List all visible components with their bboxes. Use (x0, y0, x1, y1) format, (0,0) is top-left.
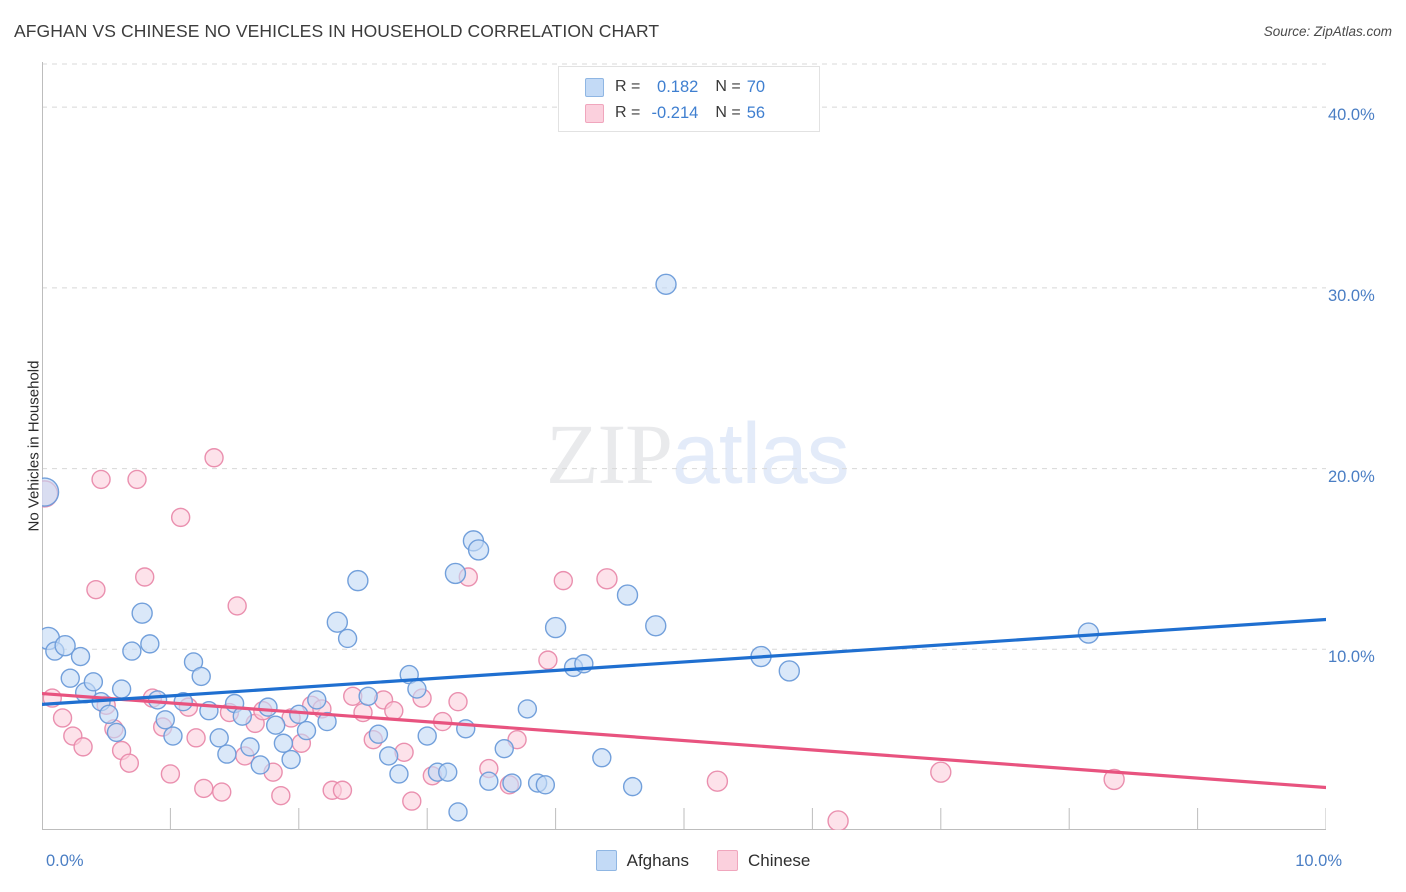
legend-swatch-chinese-icon (717, 850, 738, 871)
gridlines (42, 63, 1326, 650)
stats-r-label-afghans: R = (615, 78, 641, 95)
stats-n-label-chinese: N = (715, 104, 741, 121)
source-attribution: Source: ZipAtlas.com (1263, 24, 1392, 39)
legend-label-afghans: Afghans (626, 850, 689, 870)
legend-label-chinese: Chinese (748, 850, 811, 870)
plot-area: No Vehicles in Household (26, 62, 1326, 830)
page-title: AFGHAN VS CHINESE NO VEHICLES IN HOUSEHO… (14, 21, 660, 41)
trendline-chinese (42, 691, 1326, 790)
swatch-afghans-icon (585, 77, 604, 97)
legend-swatch-afghans-icon (595, 850, 617, 871)
y-tick-label: 40.0% (1328, 106, 1375, 125)
legend-item-chinese[interactable]: Chinese (717, 850, 810, 871)
stats-n-label-afghans: N = (715, 78, 741, 95)
y-tick-label: 10.0% (1328, 648, 1375, 667)
scatter-plot-svg (42, 62, 1326, 830)
y-axis-title: No Vehicles in Household (25, 360, 43, 532)
stats-r-label-chinese: R = (615, 104, 641, 121)
stats-row-chinese: R = -0.214 N = 56 (559, 100, 819, 126)
correlation-stats-box: R = 0.182 N = 70 R = -0.214 N = 56 (558, 66, 820, 132)
y-tick-label: 20.0% (1328, 467, 1375, 486)
data-points-chinese (42, 448, 1125, 830)
stats-n-value-afghans: 70 (746, 77, 766, 96)
y-tick-label: 30.0% (1328, 286, 1375, 305)
series-legend: Afghans Chinese (0, 850, 1406, 871)
legend-item-afghans[interactable]: Afghans (595, 850, 689, 871)
stats-r-value-chinese: -0.214 (651, 103, 699, 122)
x-tick-marks (42, 808, 1326, 830)
stats-n-value-chinese: 56 (746, 103, 766, 122)
stats-r-value-afghans: 0.182 (657, 77, 699, 96)
correlation-chart-page: AFGHAN VS CHINESE NO VEHICLES IN HOUSEHO… (0, 0, 1406, 892)
swatch-chinese-icon (585, 103, 604, 123)
stats-row-afghans: R = 0.182 N = 70 (559, 74, 819, 100)
trendline-afghans (42, 617, 1326, 707)
